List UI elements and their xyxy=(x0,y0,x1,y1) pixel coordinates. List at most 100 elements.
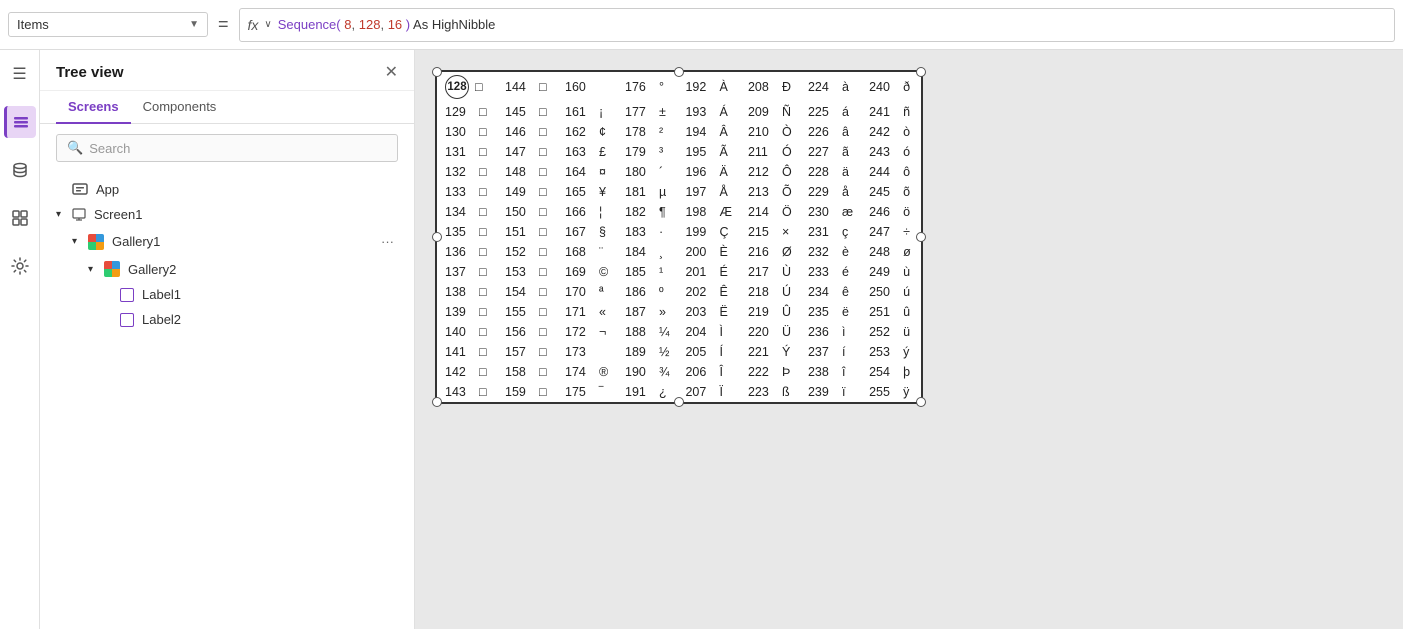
resize-handle-mr[interactable] xyxy=(916,232,926,242)
app-icon xyxy=(72,181,88,197)
tree-content: App ▾ Screen1 ▾ Gallery1 ··· xyxy=(40,172,414,629)
close-button[interactable]: ✕ xyxy=(385,62,398,82)
table-row: 133 □ xyxy=(437,182,497,202)
table-row: 186 º xyxy=(617,282,677,302)
table-row: 152 □ xyxy=(497,242,557,262)
table-row: 138 □ xyxy=(437,282,497,302)
table-row: 132 □ xyxy=(437,162,497,182)
tree-item-label2[interactable]: Label2 xyxy=(40,307,414,332)
tree-item-gallery1[interactable]: ▾ Gallery1 ··· xyxy=(40,227,414,256)
gallery1-icon xyxy=(88,234,104,250)
gallery1-label: Gallery1 xyxy=(112,234,373,249)
table-row: 175 ‾ xyxy=(557,382,617,402)
table-row: 172 ¬ xyxy=(557,322,617,342)
table-row: 241 ñ xyxy=(861,102,921,122)
table-row: 211 Ó xyxy=(740,142,800,162)
tree-item-label1[interactable]: Label1 xyxy=(40,282,414,307)
data-button[interactable] xyxy=(4,154,36,186)
table-row: 252 ü xyxy=(861,322,921,342)
table-row: 179 ³ xyxy=(617,142,677,162)
table-row: 159 □ xyxy=(497,382,557,402)
table-row: 212 Ô xyxy=(740,162,800,182)
table-row: 134 □ xyxy=(437,202,497,222)
data-grid[interactable]: 128 □144 □160 176 °192 À208 Ð224 à240 ð1… xyxy=(435,70,923,404)
table-row: 129 □ xyxy=(437,102,497,122)
tree-item-screen1[interactable]: ▾ Screen1 xyxy=(40,202,414,227)
canvas-area[interactable]: 128 □144 □160 176 °192 À208 Ð224 à240 ð1… xyxy=(415,50,1403,629)
table-row: 156 □ xyxy=(497,322,557,342)
search-input[interactable] xyxy=(89,141,387,156)
table-row: 147 □ xyxy=(497,142,557,162)
components-button[interactable] xyxy=(4,202,36,234)
table-row: 208 Ð xyxy=(740,72,800,102)
table-row: 214 Ö xyxy=(740,202,800,222)
table-row: 182 ¶ xyxy=(617,202,677,222)
table-row: 187 » xyxy=(617,302,677,322)
search-box[interactable]: 🔍 xyxy=(56,134,398,162)
table-row: 215 × xyxy=(740,222,800,242)
table-row: 167 § xyxy=(557,222,617,242)
table-row: 240 ð xyxy=(861,72,921,102)
table-row: 220 Ü xyxy=(740,322,800,342)
table-row: 225 á xyxy=(800,102,861,122)
tree-item-gallery2[interactable]: ▾ Gallery2 xyxy=(40,256,414,282)
tree-item-app[interactable]: App xyxy=(40,176,414,202)
hamburger-button[interactable]: ☰ xyxy=(4,58,36,90)
table-row: 189 ½ xyxy=(617,342,677,362)
table-row: 249 ù xyxy=(861,262,921,282)
tab-components[interactable]: Components xyxy=(131,91,229,124)
table-row: 140 □ xyxy=(437,322,497,342)
table-row: 254 þ xyxy=(861,362,921,382)
resize-handle-bc[interactable] xyxy=(674,397,684,407)
search-icon: 🔍 xyxy=(67,140,83,156)
resize-handle-tc[interactable] xyxy=(674,67,684,77)
table-row: 222 Þ xyxy=(740,362,800,382)
top-bar: Items ▼ = fx ∨ Sequence( 8, 128, 16 ) As… xyxy=(0,0,1403,50)
table-row: 135 □ xyxy=(437,222,497,242)
table-row: 197 Å xyxy=(677,182,740,202)
table-row: 177 ± xyxy=(617,102,677,122)
layers-button[interactable] xyxy=(4,106,36,138)
table-row: 161 ¡ xyxy=(557,102,617,122)
resize-handle-br[interactable] xyxy=(916,397,926,407)
chevron-gallery1-icon: ▾ xyxy=(72,236,84,247)
table-row: 206 Î xyxy=(677,362,740,382)
label2-icon xyxy=(120,313,134,327)
table-row: 244 ô xyxy=(861,162,921,182)
table-row: 224 à xyxy=(800,72,861,102)
table-row: 218 Ú xyxy=(740,282,800,302)
table-row: 148 □ xyxy=(497,162,557,182)
tree-header: Tree view ✕ xyxy=(40,50,414,91)
table-row: 253 ý xyxy=(861,342,921,362)
table-row: 233 é xyxy=(800,262,861,282)
table-row: 207 Ï xyxy=(677,382,740,402)
formula-bar[interactable]: fx ∨ Sequence( 8, 128, 16 ) As HighNibbl… xyxy=(239,8,1395,42)
table-row: 199 Ç xyxy=(677,222,740,242)
label1-label: Label1 xyxy=(142,287,398,302)
resize-handle-tr[interactable] xyxy=(916,67,926,77)
gallery2-label: Gallery2 xyxy=(128,262,398,277)
table-row: 236 ì xyxy=(800,322,861,342)
table-row: 131 □ xyxy=(437,142,497,162)
table-row: 191 ¿ xyxy=(617,382,677,402)
resize-handle-ml[interactable] xyxy=(432,232,442,242)
gallery1-more-button[interactable]: ··· xyxy=(377,232,398,251)
table-row: 238 î xyxy=(800,362,861,382)
table-row: 139 □ xyxy=(437,302,497,322)
table-row: 242 ò xyxy=(861,122,921,142)
table-row: 204 Ì xyxy=(677,322,740,342)
resize-handle-tl[interactable] xyxy=(432,67,442,77)
table-row: 248 ø xyxy=(861,242,921,262)
fx-icon: fx xyxy=(248,17,259,33)
items-dropdown[interactable]: Items ▼ xyxy=(8,12,208,37)
table-row: 247 ÷ xyxy=(861,222,921,242)
table-row: 213 Õ xyxy=(740,182,800,202)
table-row: 190 ¾ xyxy=(617,362,677,382)
table-row: 145 □ xyxy=(497,102,557,122)
settings-button[interactable] xyxy=(4,250,36,282)
table-row: 255 ÿ xyxy=(861,382,921,402)
resize-handle-bl[interactable] xyxy=(432,397,442,407)
table-row: 130 □ xyxy=(437,122,497,142)
tab-screens[interactable]: Screens xyxy=(56,91,131,124)
table-row: 226 â xyxy=(800,122,861,142)
